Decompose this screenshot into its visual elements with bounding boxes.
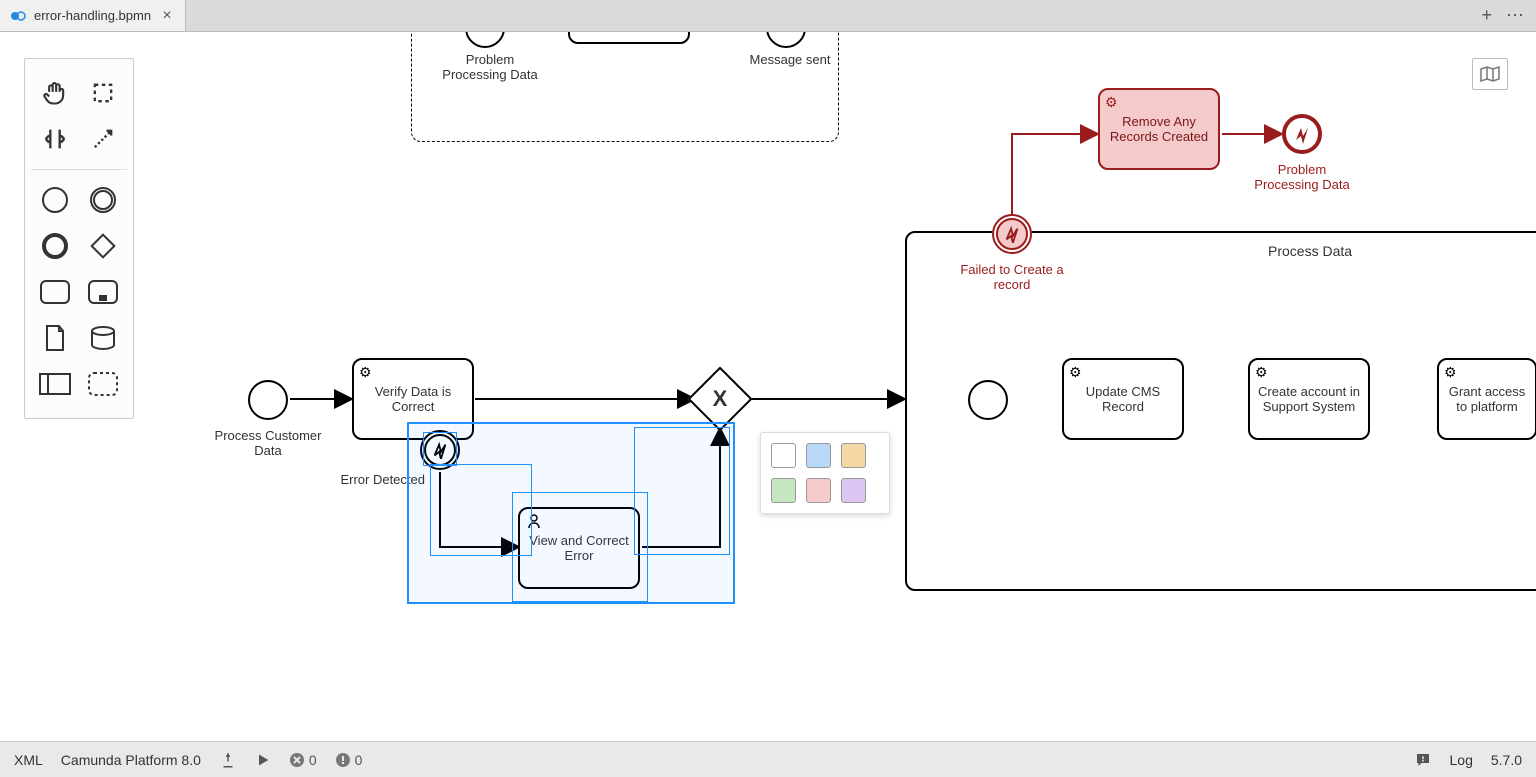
error-icon <box>431 441 449 459</box>
map-icon <box>1479 65 1501 83</box>
task-grant-access[interactable]: ⚙ Grant access to platform <box>1437 358 1536 440</box>
log-toggle[interactable]: Log <box>1450 752 1473 768</box>
tab-filename: error-handling.bpmn <box>34 8 151 23</box>
task-label: Verify Data is Correct <box>358 384 468 414</box>
tool-palette <box>24 58 134 419</box>
deploy-icon[interactable] <box>219 751 237 769</box>
xml-toggle[interactable]: XML <box>14 752 43 768</box>
color-green[interactable] <box>771 478 796 503</box>
group-tool[interactable] <box>83 364 123 404</box>
selection-inner <box>430 464 532 556</box>
intermediate-event-tool[interactable] <box>83 180 123 220</box>
selection-inner <box>634 427 730 555</box>
user-task-icon <box>526 513 542 532</box>
start-event[interactable] <box>248 380 288 420</box>
version-label: 5.7.0 <box>1491 752 1522 768</box>
task-update-cms[interactable]: ⚙ Update CMS Record <box>1062 358 1184 440</box>
task-view-correct[interactable]: View and Correct Error <box>518 507 640 589</box>
more-icon[interactable]: ⋯ <box>1506 5 1524 26</box>
errors-count[interactable]: 0 <box>289 752 317 768</box>
service-task-icon: ⚙ <box>359 364 372 381</box>
boundary-failed-create[interactable] <box>992 214 1032 254</box>
bpmn-diagram: Problem Processing Data Message sent Pro… <box>0 32 1536 741</box>
subprocess-start-event[interactable] <box>968 380 1008 420</box>
gateway-tool[interactable] <box>83 226 123 266</box>
end-event-tool[interactable] <box>35 226 75 266</box>
task-label: Create account in Support System <box>1254 384 1364 414</box>
boundary-error-label: Error Detected <box>325 472 425 487</box>
error-icon <box>1003 225 1021 243</box>
task-label: Remove Any Records Created <box>1104 114 1214 144</box>
subprocess-tool[interactable] <box>83 272 123 312</box>
add-tab-icon[interactable]: + <box>1481 5 1492 26</box>
group-container[interactable] <box>411 32 839 142</box>
task-top-middle[interactable] <box>568 32 690 44</box>
end-event-problem[interactable] <box>1282 114 1322 154</box>
task-label: View and Correct Error <box>524 533 634 563</box>
service-task-icon: ⚙ <box>1069 364 1082 381</box>
color-purple[interactable] <box>841 478 866 503</box>
service-task-icon: ⚙ <box>1105 94 1118 111</box>
data-store-tool[interactable] <box>83 318 123 358</box>
start-event-tool[interactable] <box>35 180 75 220</box>
data-object-tool[interactable] <box>35 318 75 358</box>
task-create-account[interactable]: ⚙ Create account in Support System <box>1248 358 1370 440</box>
task-verify-data[interactable]: ⚙ Verify Data is Correct <box>352 358 474 440</box>
bpmn-file-icon <box>10 8 26 24</box>
service-task-icon: ⚙ <box>1255 364 1268 381</box>
task-label: Update CMS Record <box>1068 384 1178 414</box>
warnings-count[interactable]: 0 <box>335 752 363 768</box>
file-tab[interactable]: error-handling.bpmn × <box>0 0 186 31</box>
color-white[interactable] <box>771 443 796 468</box>
platform-label[interactable]: Camunda Platform 8.0 <box>61 752 201 768</box>
task-label: Grant access to platform <box>1443 384 1531 414</box>
subprocess-label: Process Data <box>1268 243 1352 259</box>
status-bar: XML Camunda Platform 8.0 0 0 Log 5.7.0 <box>0 741 1536 777</box>
close-icon[interactable]: × <box>159 8 175 24</box>
hand-tool[interactable] <box>35 73 75 113</box>
error-icon <box>1292 124 1312 144</box>
color-blue[interactable] <box>806 443 831 468</box>
exclusive-gateway[interactable]: X <box>687 366 752 431</box>
end-event-label: Problem Processing Data <box>1252 162 1352 192</box>
tab-bar: error-handling.bpmn × + ⋯ <box>0 0 1536 32</box>
boundary-failed-label: Failed to Create a record <box>952 262 1072 292</box>
pool-tool[interactable] <box>35 364 75 404</box>
space-tool[interactable] <box>35 119 75 159</box>
color-orange[interactable] <box>841 443 866 468</box>
color-red[interactable] <box>806 478 831 503</box>
top-label-problem: Problem Processing Data <box>440 52 540 82</box>
error-badge-icon <box>289 752 305 768</box>
start-event-label: Process Customer Data <box>208 428 328 458</box>
service-task-icon: ⚙ <box>1444 364 1457 381</box>
connect-tool[interactable] <box>83 119 123 159</box>
minimap-toggle[interactable] <box>1472 58 1508 90</box>
boundary-error-detected[interactable] <box>420 430 460 470</box>
task-tool[interactable] <box>35 272 75 312</box>
top-label-message: Message sent <box>740 52 840 67</box>
warning-badge-icon <box>335 752 351 768</box>
task-remove-records[interactable]: ⚙ Remove Any Records Created <box>1098 88 1220 170</box>
run-icon[interactable] <box>255 752 271 768</box>
lasso-tool[interactable] <box>83 73 123 113</box>
color-picker <box>760 432 890 514</box>
feedback-icon[interactable] <box>1414 751 1432 769</box>
canvas[interactable]: Problem Processing Data Message sent Pro… <box>0 32 1536 741</box>
